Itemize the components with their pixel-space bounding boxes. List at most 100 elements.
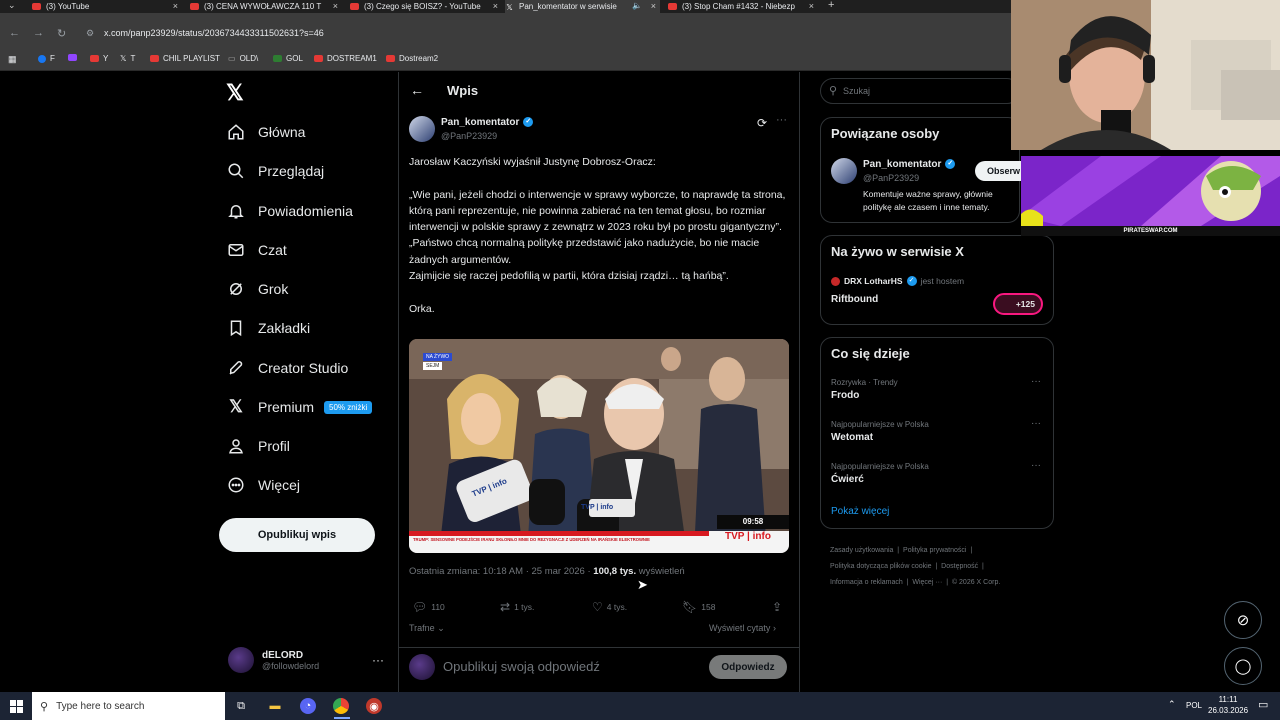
taskbar-clock[interactable]: 11:11 26.03.2026 (1208, 694, 1248, 716)
repost-action[interactable]: ⇄ 1 tys. (500, 600, 534, 614)
bookmark-dostream1[interactable]: DOSTREAM1 (314, 54, 377, 63)
live-host-row[interactable]: DRX LotharHS ✓ jest hostem (831, 276, 964, 286)
grok-explain-icon[interactable]: ⟳ (757, 116, 767, 130)
account-switcher[interactable]: dELORD @followdelord ··· (228, 647, 384, 673)
nav-item-grok[interactable]: Grok (226, 279, 288, 299)
close-tab-icon[interactable]: × (333, 1, 338, 11)
bookmark-action[interactable]: 🔖︎ 158 (682, 600, 715, 614)
trend-item[interactable]: Najpopularniejsze w Polska Ćwierć (831, 462, 929, 485)
taskbar-search[interactable]: ⚲ Type here to search (32, 692, 225, 720)
footer-link[interactable]: Polityka dotycząca plików cookie (830, 563, 932, 570)
nav-item-bookmarks[interactable]: Zakładki (226, 318, 310, 338)
mail-icon (226, 240, 246, 260)
bookmark-twitch[interactable] (68, 54, 81, 61)
related-name-row[interactable]: Pan_komentator ✓ (863, 159, 956, 170)
folder-icon: ▭ (228, 54, 236, 63)
reply-input[interactable]: Opublikuj swoją odpowiedź (443, 659, 600, 674)
close-tab-icon[interactable]: × (173, 1, 178, 11)
nav-item-explore[interactable]: Przeglądaj (226, 161, 324, 181)
messages-fab[interactable]: ◯ (1224, 647, 1262, 685)
view-quotes-link[interactable]: Wyświetl cytaty › (709, 623, 776, 633)
tab-list-chevron-icon[interactable]: ⌄ (8, 0, 16, 11)
trend-more-icon[interactable]: ··· (1031, 376, 1041, 387)
grok-fab[interactable]: ⊘ (1224, 601, 1262, 639)
share-action[interactable]: ⇪ (772, 600, 786, 614)
show-more-link[interactable]: Pokaż więcej (831, 506, 889, 517)
like-action[interactable]: ♡ 4 tys. (592, 600, 627, 614)
nav-item-profile[interactable]: Profil (226, 436, 290, 456)
browser-tab-pan-komentator[interactable]: 𝕏 Pan_komentator w serwisie 🔈 × (505, 0, 660, 13)
bookmark-label: OLD\ (239, 54, 259, 63)
footer-link[interactable]: Informacja o reklamach (830, 579, 903, 586)
nav-item-chat[interactable]: Czat (226, 240, 287, 260)
sort-replies-dropdown[interactable]: Trafne ⌄ (409, 623, 445, 634)
nav-item-home[interactable]: Główna (226, 122, 305, 142)
post-button[interactable]: Opublikuj wpis (219, 518, 375, 552)
verified-badge-icon: ✓ (523, 117, 534, 128)
nav-item-notifications[interactable]: Powiadomienia (226, 201, 353, 221)
nav-item-premium[interactable]: 𝕏 Premium 50% zniżki (226, 397, 373, 417)
browser-tab-cena[interactable]: (3) CENA WYWOŁAWCZA 110 T × (190, 0, 342, 13)
live-space-title[interactable]: Riftbound (831, 294, 878, 305)
close-tab-icon[interactable]: × (809, 1, 814, 11)
bookmark-y[interactable]: Y (90, 54, 108, 63)
reload-icon[interactable]: ↻ (57, 27, 66, 40)
back-arrow-icon[interactable]: ← (410, 82, 424, 98)
site-info-icon[interactable]: ⚙ (86, 28, 94, 39)
windows-start-icon[interactable] (8, 698, 24, 714)
tab-title: (3) Stop Cham #1432 - Niebezp (682, 2, 795, 11)
reply-action[interactable]: 💬︎ 110 (412, 600, 445, 614)
back-icon[interactable]: ← (9, 27, 20, 39)
trend-more-icon[interactable]: ··· (1031, 460, 1041, 471)
bookmark-old[interactable]: ▭ OLD\ (228, 54, 258, 63)
apps-grid-icon[interactable]: ▦ (8, 54, 17, 65)
browser-tab-czego[interactable]: (3) Czego się BOISZ? - YouTube × (350, 0, 502, 13)
trend-item[interactable]: Rozrywka · Trendy Frodo (831, 378, 898, 401)
chrome-icon[interactable] (333, 698, 349, 714)
browser-tab-stop-cham[interactable]: (3) Stop Cham #1432 - Niebezp × (668, 0, 818, 13)
close-tab-icon[interactable]: × (493, 1, 498, 11)
bookmark-gol[interactable]: GOL (273, 54, 303, 63)
file-explorer-icon[interactable]: ▬ (267, 698, 283, 714)
bookmark-dostream2[interactable]: Dostream2 (386, 54, 438, 63)
post-actions: 💬︎ 110 ⇄ 1 tys. ♡ 4 tys. 🔖︎ 158 ⇪ (412, 600, 788, 614)
avatar[interactable] (831, 158, 857, 184)
new-tab-icon[interactable]: + (828, 0, 834, 11)
tray-chevron-icon[interactable]: ⌃ (1168, 699, 1176, 710)
footer-link[interactable]: Polityka prywatności (903, 547, 966, 554)
post-more-icon[interactable]: ··· (776, 114, 787, 126)
footer-link[interactable]: Dostępność (941, 563, 978, 570)
language-indicator[interactable]: POL (1186, 701, 1202, 710)
task-view-icon[interactable]: ⧉ (233, 698, 249, 714)
bookmark-chil-playlist[interactable]: CHIL PLAYLIST (150, 54, 220, 63)
url-field[interactable]: x.com/panp23929/status/20367344333115026… (104, 28, 324, 38)
browser-tab-youtube[interactable]: (3) YouTube × (32, 0, 182, 13)
post-video[interactable]: NA ŻYWO SEJM TVP | info TVP | info 09:58… (409, 339, 789, 553)
reply-button[interactable]: Odpowiedz (709, 655, 787, 679)
x-icon: 𝕏 (506, 3, 513, 12)
nav-item-creator-studio[interactable]: Creator Studio (226, 358, 348, 378)
more-icon[interactable]: ··· (372, 653, 384, 667)
clock-time: 11:11 (1218, 695, 1238, 704)
discord-icon[interactable]: ◔ (300, 698, 316, 714)
forward-icon[interactable]: → (33, 27, 44, 39)
footer-link[interactable]: Więcej ··· (912, 579, 942, 586)
footer-link[interactable]: Zasady użytkowania (830, 547, 893, 554)
follow-button[interactable]: Obserw (975, 161, 1021, 181)
live-listeners-badge[interactable]: +125 (993, 293, 1043, 315)
trend-more-icon[interactable]: ··· (1031, 418, 1041, 429)
search-input[interactable]: ⚲ Szukaj (820, 78, 1020, 104)
bookmark-f[interactable]: F (38, 54, 55, 63)
footer-links: Zasady użytkowania | Polityka prywatnośc… (830, 547, 1001, 586)
x-logo-icon[interactable]: 𝕏 (226, 80, 244, 106)
close-tab-icon[interactable]: × (651, 1, 656, 11)
author-avatar[interactable] (409, 116, 435, 142)
obs-icon[interactable]: ◉ (366, 698, 382, 714)
author-name-row[interactable]: Pan_komentator ✓ (441, 117, 534, 128)
trend-item[interactable]: Najpopularniejsze w Polska Wetomat (831, 420, 929, 443)
notifications-icon[interactable]: ▭ (1258, 698, 1268, 711)
post-timestamp[interactable]: Ostatnia zmiana: 10:18 AM · 25 mar 2026 … (409, 566, 593, 577)
nav-item-more[interactable]: Więcej (226, 475, 300, 495)
bookmark-t[interactable]: 𝕏T (120, 54, 135, 63)
speaker-icon[interactable]: 🔈 (632, 1, 642, 10)
